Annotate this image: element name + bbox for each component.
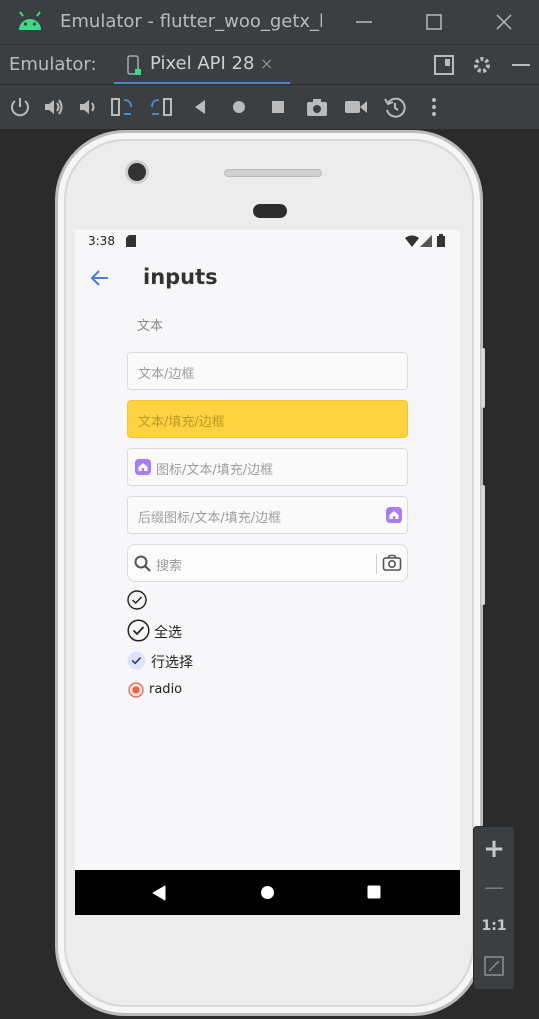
- suffix-field-placeholder: 后缀图标/文本/填充/边框: [138, 511, 282, 526]
- layout-icon[interactable]: [433, 54, 455, 76]
- status-bar: 3:38: [75, 230, 460, 252]
- filled-text-field[interactable]: 文本/填充/边框: [127, 400, 408, 438]
- radio-button[interactable]: radio: [127, 681, 267, 703]
- device-volume-button[interactable]: [481, 348, 485, 408]
- zoom-out-button[interactable]: —: [474, 877, 514, 897]
- checkbox-select-all[interactable]: 全选: [127, 619, 267, 642]
- app-bar: inputs: [75, 252, 460, 308]
- tab-label: Pixel API 28: [150, 53, 255, 74]
- zoom-in-button[interactable]: +: [474, 836, 514, 862]
- home-prefix-icon: [135, 459, 151, 475]
- nav-home-icon[interactable]: [260, 885, 275, 900]
- check-circle-icon: [127, 619, 150, 642]
- window-title: Emulator - flutter_woo_getx_learn: [60, 11, 322, 32]
- minimize-button[interactable]: [350, 8, 378, 36]
- fit-screen-icon[interactable]: [484, 956, 504, 976]
- status-time: 3:38: [88, 234, 115, 248]
- signal-icon: [420, 235, 432, 247]
- device-screen: 3:38 inputs 文本 文本/边框 文本/填充/边框 图标/文本/填充/边…: [75, 230, 460, 915]
- back-arrow-icon[interactable]: [89, 268, 111, 288]
- nav-back-icon[interactable]: [152, 885, 166, 901]
- icon-field-placeholder: 图标/文本/填充/边框: [156, 463, 274, 478]
- overview-icon[interactable]: [266, 95, 290, 119]
- android-nav-bar: [75, 870, 460, 915]
- home-suffix-icon: [386, 507, 402, 523]
- rotate-left-icon[interactable]: [110, 95, 134, 119]
- window-title-bar: Emulator - flutter_woo_getx_learn: [0, 0, 539, 44]
- settings-gear-icon[interactable]: [471, 54, 493, 76]
- nav-overview-icon[interactable]: [367, 885, 381, 899]
- bordered-text-field[interactable]: 文本/边框: [127, 352, 408, 390]
- search-divider: [376, 554, 377, 574]
- close-icon: [496, 14, 512, 30]
- tab-close-icon[interactable]: ×: [260, 54, 273, 73]
- device-icon: [127, 55, 141, 75]
- plain-text-label: 文本: [137, 319, 164, 334]
- front-camera: [128, 163, 146, 181]
- maximize-button[interactable]: [420, 8, 448, 36]
- emulator-tab-bar: Emulator: Pixel API 28 ×: [0, 44, 539, 85]
- earpiece-speaker: [224, 169, 322, 177]
- proximity-sensor: [253, 204, 287, 218]
- android-logo-icon: [19, 11, 41, 30]
- filled-placeholder: 文本/填充/边框: [138, 415, 225, 430]
- camera-icon[interactable]: [382, 553, 402, 573]
- rotate-right-icon[interactable]: [149, 95, 173, 119]
- emulator-toolbar: [0, 84, 539, 129]
- row-select-label: 行选择: [151, 655, 193, 671]
- radio-label: radio: [149, 682, 183, 697]
- emulator-label: Emulator:: [9, 54, 97, 75]
- actual-size-button[interactable]: 1:1: [474, 918, 514, 934]
- more-icon[interactable]: [422, 95, 446, 119]
- bordered-placeholder: 文本/边框: [138, 367, 195, 382]
- screenshot-icon[interactable]: [305, 95, 329, 119]
- page-title: inputs: [143, 265, 218, 289]
- tab-pixel-api-28[interactable]: Pixel API 28 ×: [114, 45, 290, 85]
- screen-record-icon[interactable]: [344, 95, 368, 119]
- back-icon[interactable]: [188, 95, 212, 119]
- sd-card-icon: [126, 235, 136, 247]
- hide-panel-icon[interactable]: [510, 54, 532, 76]
- power-icon[interactable]: [8, 95, 32, 119]
- device-side-button[interactable]: [481, 485, 485, 605]
- radio-selected-icon: [128, 682, 144, 698]
- zoom-panel: + — 1:1: [473, 826, 515, 990]
- search-field[interactable]: 搜索: [127, 544, 408, 582]
- search-placeholder: 搜索: [156, 559, 183, 574]
- checkbox-plain[interactable]: [127, 590, 149, 612]
- snapshot-icon[interactable]: [383, 95, 407, 119]
- check-circle-filled-icon: [127, 651, 146, 670]
- maximize-icon: [426, 14, 442, 30]
- suffix-icon-text-field[interactable]: 后缀图标/文本/填充/边框: [127, 496, 408, 534]
- icon-text-field[interactable]: 图标/文本/填充/边框: [127, 448, 408, 486]
- volume-up-icon[interactable]: [42, 95, 66, 119]
- battery-icon: [437, 234, 445, 247]
- search-icon: [134, 555, 151, 572]
- check-circle-icon: [127, 590, 147, 610]
- select-all-label: 全选: [154, 625, 182, 641]
- checkbox-row-select[interactable]: 行选择: [127, 651, 267, 673]
- home-icon[interactable]: [227, 95, 251, 119]
- volume-down-icon[interactable]: [76, 95, 100, 119]
- minimize-icon: [356, 21, 372, 23]
- wifi-icon: [405, 235, 419, 247]
- close-window-button[interactable]: [490, 8, 518, 36]
